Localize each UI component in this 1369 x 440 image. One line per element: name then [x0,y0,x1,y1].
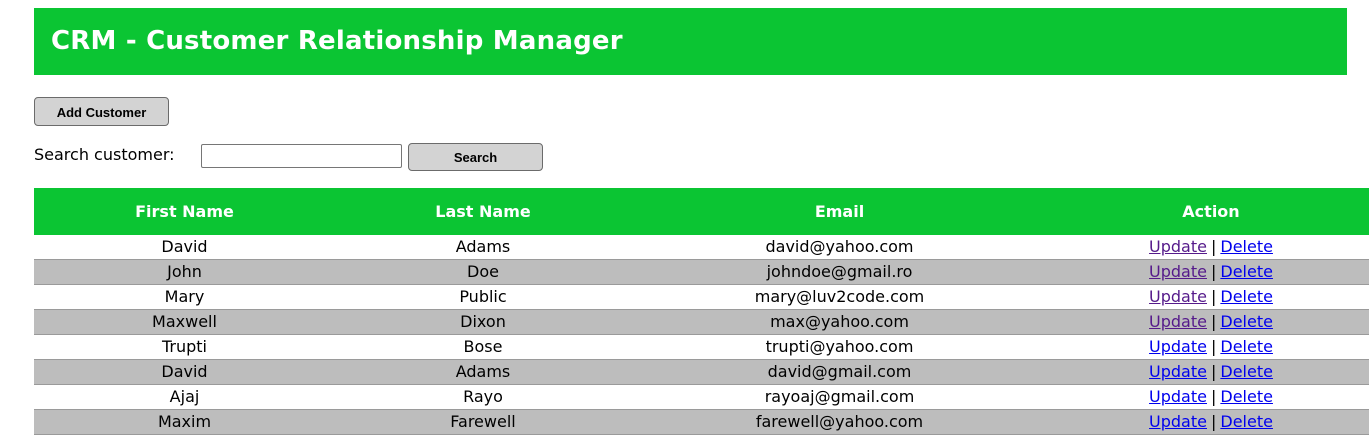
cell-email: david@yahoo.com [631,235,1048,260]
column-header-email: Email [631,188,1048,235]
cell-email: johndoe@gmail.ro [631,259,1048,285]
cell-action: Update | Delete [1048,409,1369,435]
table-row: Mary Public mary@luv2code.com Update | Delete [34,284,1369,310]
cell-first-name: Maxim [34,409,335,435]
delete-link[interactable]: Delete [1220,412,1273,431]
cell-email: david@gmail.com [631,359,1048,385]
page-title: CRM - Customer Relationship Manager [51,26,623,56]
update-link[interactable]: Update [1149,337,1207,356]
action-separator: | [1210,362,1217,381]
cell-last-name: Public [335,284,631,310]
action-separator: | [1210,337,1217,356]
cell-email: mary@luv2code.com [631,284,1048,310]
delete-link[interactable]: Delete [1220,262,1273,281]
cell-first-name: Trupti [34,334,335,360]
cell-action: Update | Delete [1048,359,1369,385]
cell-action: Update | Delete [1048,309,1369,335]
cell-last-name: Bose [335,334,631,360]
cell-email: trupti@yahoo.com [631,334,1048,360]
cell-last-name: Adams [335,235,631,260]
table-body: David Adams david@yahoo.com Update | Delete Jo… [34,235,1369,435]
delete-link[interactable]: Delete [1220,362,1273,381]
cell-first-name: David [34,235,335,260]
cell-email: farewell@yahoo.com [631,409,1048,435]
cell-last-name: Doe [335,259,631,285]
cell-first-name: John [34,259,335,285]
delete-link[interactable]: Delete [1220,237,1273,256]
update-link[interactable]: Update [1149,262,1207,281]
action-separator: | [1210,312,1217,331]
delete-link[interactable]: Delete [1220,287,1273,306]
action-separator: | [1210,262,1217,281]
update-link[interactable]: Update [1149,312,1207,331]
cell-first-name: David [34,359,335,385]
table-row: David Adams david@gmail.com Update | Delete [34,359,1369,385]
table-header-row: First Name Last Name Email Action [34,188,1369,235]
update-link[interactable]: Update [1149,412,1207,431]
delete-link[interactable]: Delete [1220,337,1273,356]
update-link[interactable]: Update [1149,387,1207,406]
table-row: John Doe johndoe@gmail.ro Update | Delete [34,259,1369,285]
cell-first-name: Mary [34,284,335,310]
table-row: Maxwell Dixon max@yahoo.com Update | Delete [34,309,1369,335]
update-link[interactable]: Update [1149,237,1207,256]
cell-action: Update | Delete [1048,235,1369,260]
cell-action: Update | Delete [1048,259,1369,285]
cell-last-name: Rayo [335,384,631,410]
page-header: CRM - Customer Relationship Manager [34,8,1347,75]
search-input[interactable] [201,144,402,168]
cell-first-name: Maxwell [34,309,335,335]
search-label: Search customer: [34,145,175,164]
column-header-action: Action [1048,188,1369,235]
action-separator: | [1210,387,1217,406]
delete-link[interactable]: Delete [1220,312,1273,331]
update-link[interactable]: Update [1149,362,1207,381]
delete-link[interactable]: Delete [1220,387,1273,406]
table-row: Maxim Farewell farewell@yahoo.com Update | De… [34,409,1369,435]
cell-email: max@yahoo.com [631,309,1048,335]
table-row: Ajaj Rayo rayoaj@gmail.com Update | Delete [34,384,1369,410]
action-separator: | [1210,412,1217,431]
cell-last-name: Adams [335,359,631,385]
table-row: David Adams david@yahoo.com Update | Delete [34,235,1369,260]
table-row: Trupti Bose trupti@yahoo.com Update | Delete [34,334,1369,360]
column-header-first-name: First Name [34,188,335,235]
column-header-last-name: Last Name [335,188,631,235]
action-separator: | [1210,237,1217,256]
customer-table: First Name Last Name Email Action David A… [34,188,1369,435]
cell-email: rayoaj@gmail.com [631,384,1048,410]
cell-action: Update | Delete [1048,334,1369,360]
action-separator: | [1210,287,1217,306]
cell-last-name: Farewell [335,409,631,435]
cell-last-name: Dixon [335,309,631,335]
cell-action: Update | Delete [1048,384,1369,410]
update-link[interactable]: Update [1149,287,1207,306]
cell-action: Update | Delete [1048,284,1369,310]
cell-first-name: Ajaj [34,384,335,410]
search-button[interactable]: Search [408,143,543,171]
add-customer-button[interactable]: Add Customer [34,97,169,126]
